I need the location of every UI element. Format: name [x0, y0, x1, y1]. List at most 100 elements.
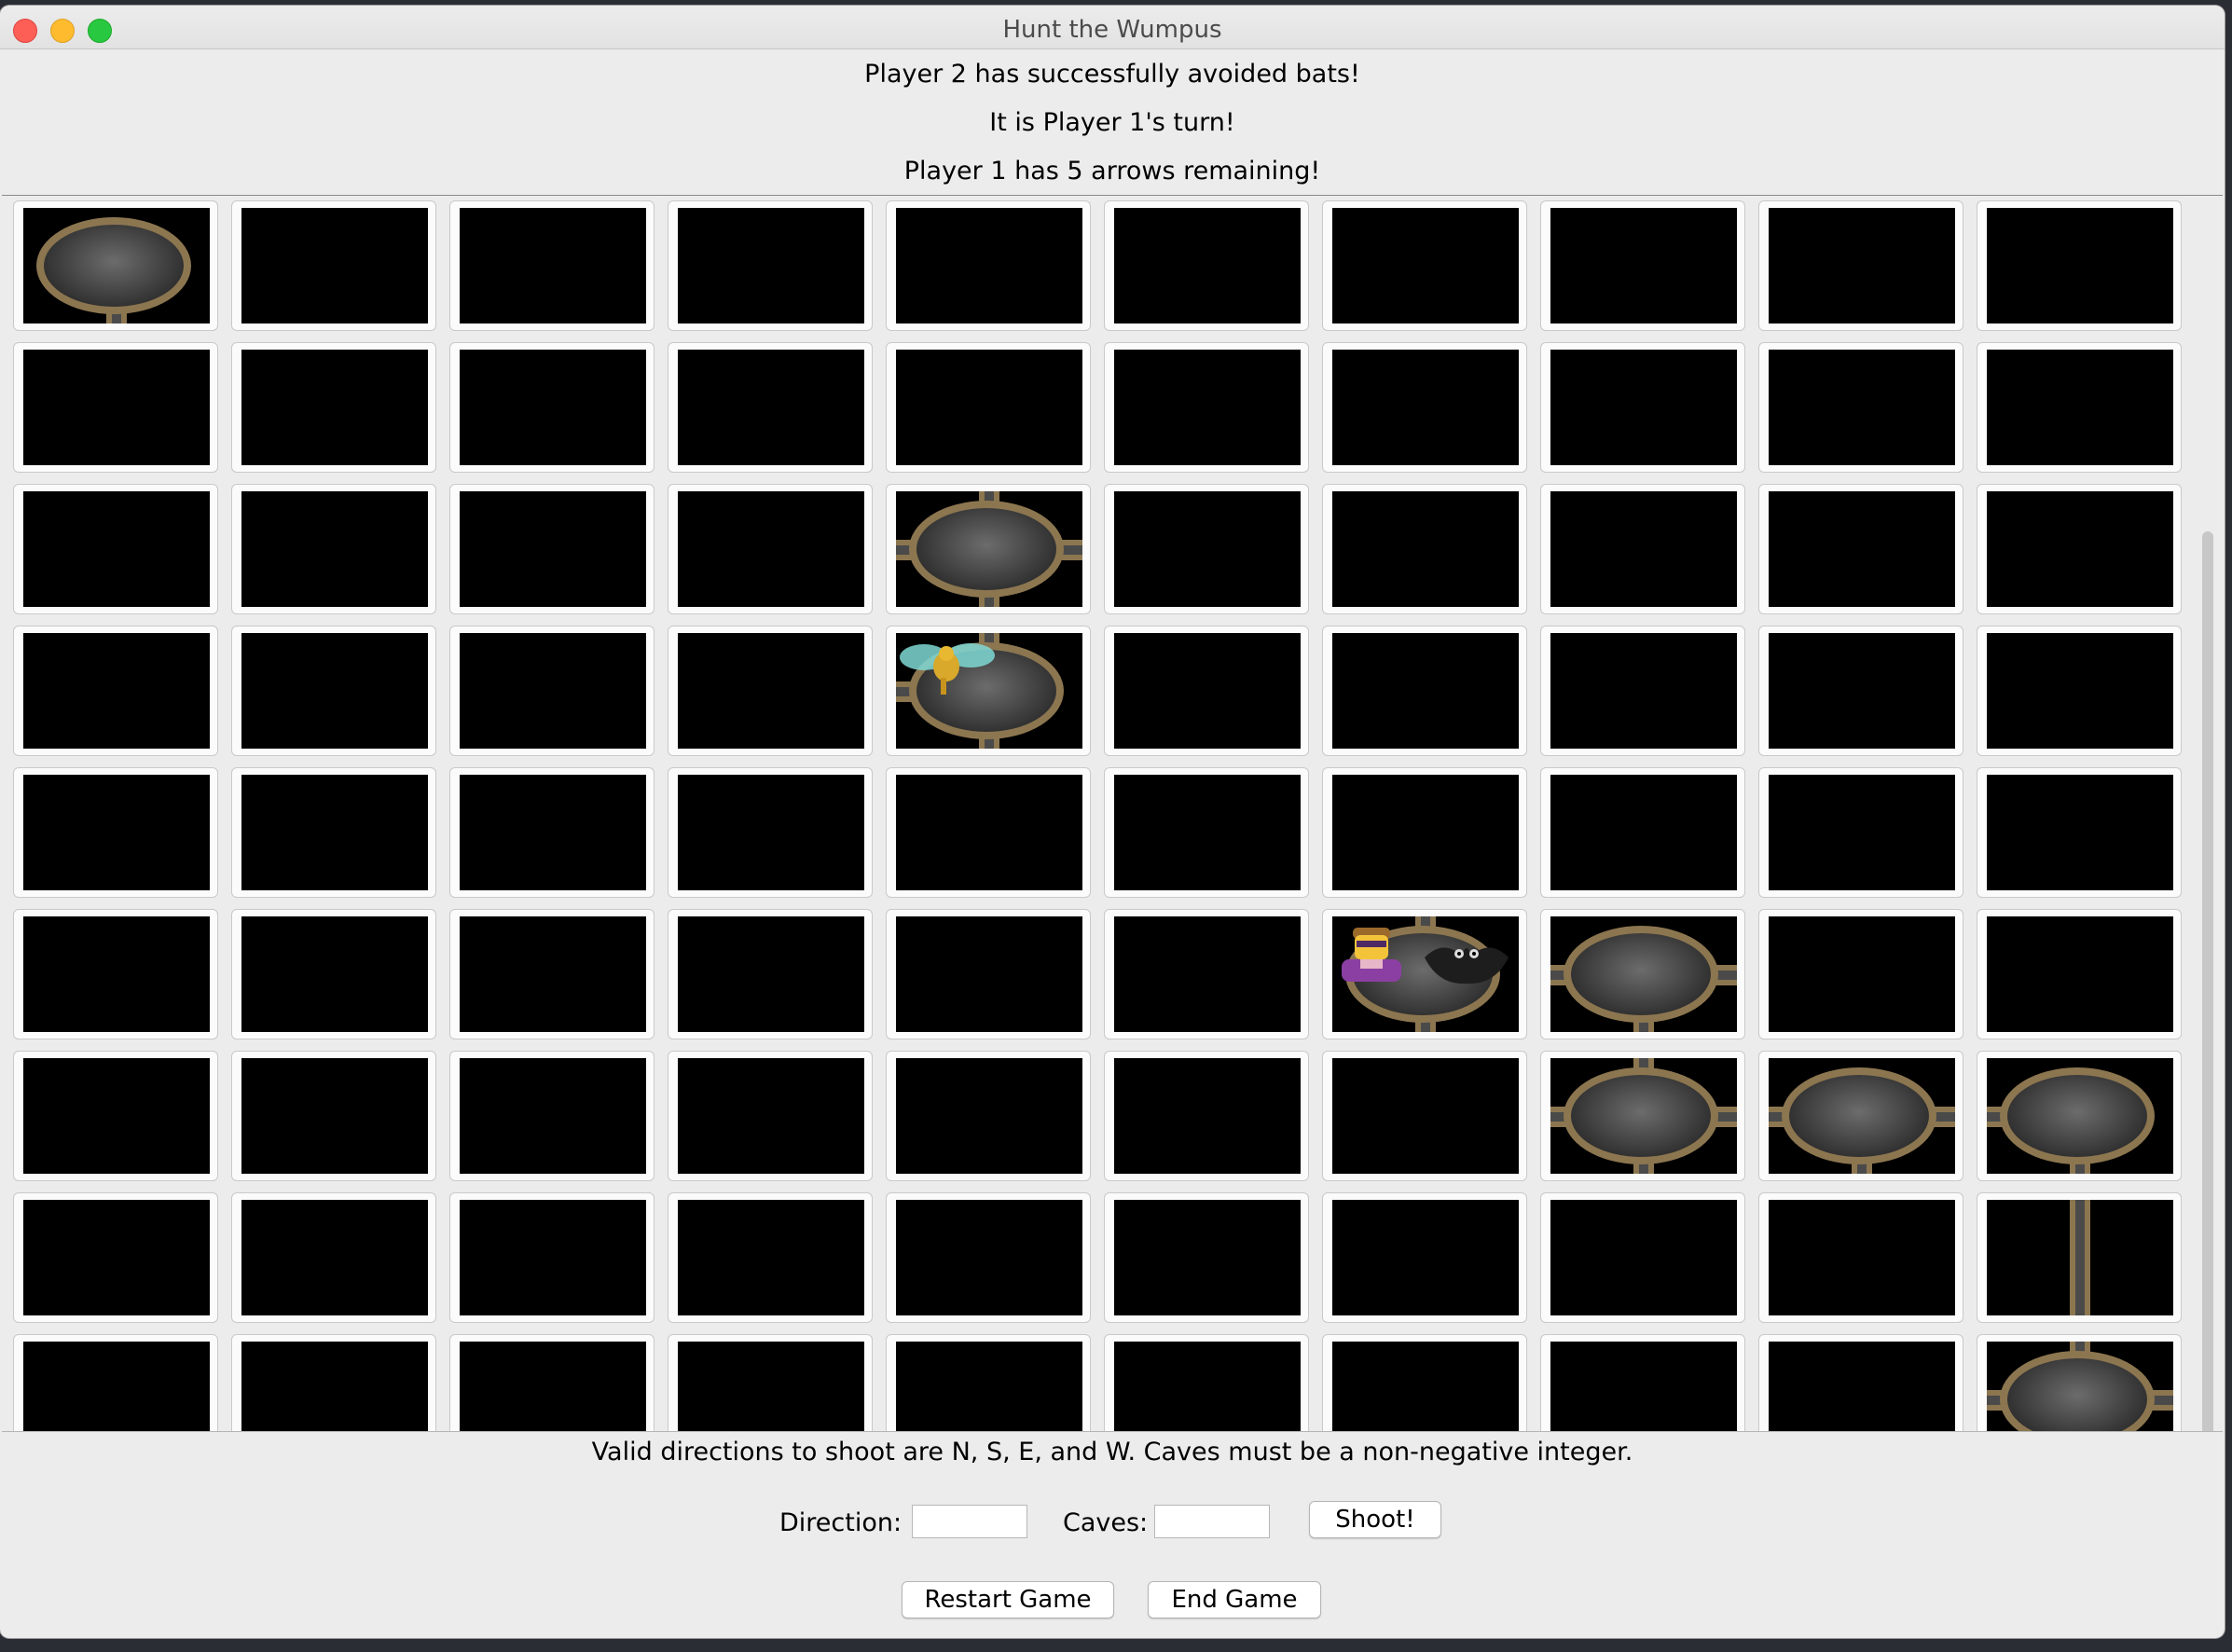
cave-chamber [1564, 1067, 1718, 1164]
cave-view [1987, 1058, 2173, 1174]
cave-chamber [2000, 1351, 2155, 1431]
cave-tile [1540, 909, 1745, 1039]
cave-view [1332, 1342, 1519, 1431]
cave-view [1987, 633, 2173, 749]
cave-view [1332, 1058, 1519, 1174]
cave-tile [886, 909, 1091, 1039]
cave-tile [13, 200, 218, 331]
cave-view [23, 775, 210, 890]
cave-board [2, 195, 2223, 1432]
cave-tile [1758, 909, 1963, 1039]
cave-view [460, 775, 646, 890]
cave-view [1987, 775, 2173, 890]
cave-view [241, 633, 428, 749]
cave-tile [668, 200, 873, 331]
cave-tile [449, 767, 654, 898]
cave-view [1114, 775, 1301, 890]
cave-view [678, 208, 864, 324]
caves-input[interactable] [1154, 1505, 1270, 1538]
cave-tile [13, 484, 218, 614]
cave-tile [1977, 1334, 2182, 1431]
cave-tile [449, 1192, 654, 1323]
cave-view [460, 491, 646, 607]
cave-tile [1540, 767, 1745, 898]
cave-view [1332, 1200, 1519, 1315]
cave-chamber [909, 501, 1064, 598]
cave-view [460, 1058, 646, 1174]
cave-view [1332, 208, 1519, 324]
cave-tile [1758, 1051, 1963, 1181]
cave-tile [886, 1192, 1091, 1323]
cave-view [1550, 1058, 1737, 1174]
board-scrollbar[interactable] [2202, 531, 2213, 1431]
tunnel-passage [2070, 1200, 2090, 1315]
cave-tile [1977, 767, 2182, 898]
cave-tile [1540, 342, 1745, 473]
cave-tile [13, 1051, 218, 1181]
cave-view [1114, 208, 1301, 324]
cave-tile [1322, 1192, 1527, 1323]
cave-view [678, 633, 864, 749]
cave-tile [1540, 484, 1745, 614]
cave-view [460, 1200, 646, 1315]
cave-view [1769, 350, 1955, 465]
cave-tile [886, 1051, 1091, 1181]
cave-view [896, 350, 1082, 465]
cave-chamber [36, 217, 191, 314]
caves-label: Caves: [1063, 1508, 1149, 1537]
cave-view [241, 775, 428, 890]
cave-view [678, 350, 864, 465]
cave-view [1332, 633, 1519, 749]
cave-tile [449, 909, 654, 1039]
cave-tile [1322, 767, 1527, 898]
cave-view [896, 491, 1082, 607]
cave-view [460, 350, 646, 465]
cave-view [1550, 1342, 1737, 1431]
cave-tile [1322, 626, 1527, 756]
cave-view [896, 633, 1082, 749]
cave-view [1769, 775, 1955, 890]
cave-tile [13, 1334, 218, 1431]
cave-chamber [2000, 1067, 2155, 1164]
cave-view [1769, 1058, 1955, 1174]
cave-tile [449, 1334, 654, 1431]
cave-tile [13, 342, 218, 473]
cave-view [1550, 491, 1737, 607]
bat-icon [898, 637, 1000, 706]
cave-view [1114, 350, 1301, 465]
direction-input[interactable] [912, 1505, 1027, 1538]
cave-tile [1977, 484, 2182, 614]
cave-tile [1104, 626, 1309, 756]
cave-view [678, 916, 864, 1032]
cave-tile [886, 767, 1091, 898]
cave-tile [1104, 1051, 1309, 1181]
cave-view [896, 1058, 1082, 1174]
cave-chamber [1564, 926, 1718, 1023]
cave-tile [886, 1334, 1091, 1431]
bat-icon [1420, 929, 1513, 998]
cave-tile [1104, 1334, 1309, 1431]
cave-view [1769, 208, 1955, 324]
cave-tile [1977, 909, 2182, 1039]
shoot-button[interactable]: Shoot! [1309, 1501, 1441, 1538]
cave-tile [1322, 342, 1527, 473]
cave-tile [1540, 1192, 1745, 1323]
arrows-message: Player 1 has 5 arrows remaining! [903, 157, 1321, 186]
cave-view [1769, 633, 1955, 749]
end-game-button[interactable]: End Game [1148, 1581, 1321, 1618]
cave-tile [1322, 484, 1527, 614]
direction-label: Direction: [779, 1508, 902, 1537]
cave-tile [449, 342, 654, 473]
cave-tile [231, 200, 436, 331]
cave-view [1987, 350, 2173, 465]
cave-tile [449, 1051, 654, 1181]
cave-view [1769, 1200, 1955, 1315]
cave-tile [1758, 342, 1963, 473]
game-window: Hunt the Wumpus Player 2 has successfull… [0, 6, 2225, 1638]
cave-view [241, 491, 428, 607]
status-message: Player 2 has successfully avoided bats! [864, 60, 1360, 89]
title-bar: Hunt the Wumpus [0, 6, 2225, 49]
restart-game-button[interactable]: Restart Game [902, 1581, 1114, 1618]
cave-tile [668, 767, 873, 898]
cave-view [1769, 1342, 1955, 1431]
